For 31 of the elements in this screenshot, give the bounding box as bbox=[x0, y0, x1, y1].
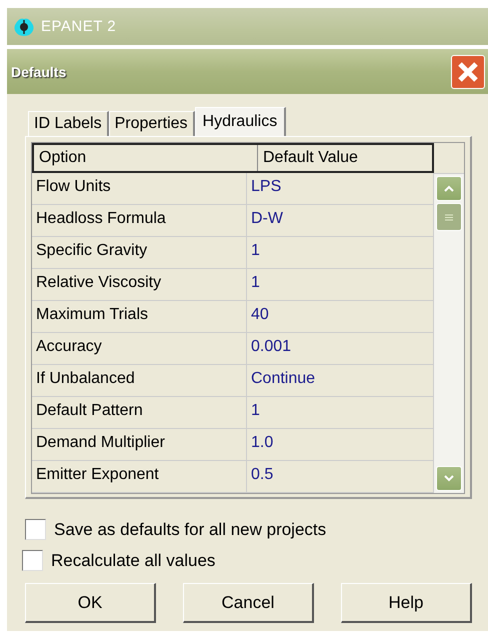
option-cell: Specific Gravity bbox=[32, 237, 247, 268]
checkbox-label: Recalculate all values bbox=[51, 550, 216, 570]
dialog-title: Defaults bbox=[11, 64, 66, 80]
chevron-up-icon bbox=[444, 185, 454, 192]
option-cell: If Unbalanced bbox=[32, 365, 247, 396]
checkbox-label: Save as defaults for all new projects bbox=[54, 520, 326, 540]
tab[interactable]: ID Labels bbox=[28, 111, 109, 136]
dialog-button[interactable]: Cancel bbox=[183, 583, 314, 623]
scroll-down-button[interactable] bbox=[436, 466, 462, 491]
app-title: EPANET 2 bbox=[41, 18, 116, 35]
option-cell: Emitter Exponent bbox=[32, 461, 247, 492]
app-logo-icon bbox=[13, 16, 35, 36]
close-button[interactable] bbox=[451, 54, 485, 88]
dialog-button[interactable]: OK bbox=[25, 583, 156, 623]
option-cell: Relative Viscosity bbox=[32, 269, 247, 300]
scroll-thumb[interactable] bbox=[436, 203, 462, 231]
scroll-up-button[interactable] bbox=[436, 176, 462, 201]
tab[interactable]: Hydraulics bbox=[194, 107, 286, 136]
option-cell: Demand Multiplier bbox=[32, 429, 247, 460]
checkbox[interactable] bbox=[22, 550, 43, 571]
checkbox[interactable] bbox=[25, 519, 46, 540]
scrollbar[interactable] bbox=[434, 174, 464, 493]
option-cell: Headloss Formula bbox=[32, 205, 247, 236]
tab[interactable]: Properties bbox=[108, 111, 195, 136]
option-cell: Flow Units bbox=[32, 173, 247, 204]
option-cell: Accuracy bbox=[32, 333, 247, 364]
close-icon bbox=[457, 60, 479, 82]
option-cell: Default Pattern bbox=[32, 397, 247, 428]
dialog-button[interactable]: Help bbox=[341, 583, 472, 623]
chevron-down-icon bbox=[444, 475, 454, 482]
option-cell: Maximum Trials bbox=[32, 301, 247, 332]
